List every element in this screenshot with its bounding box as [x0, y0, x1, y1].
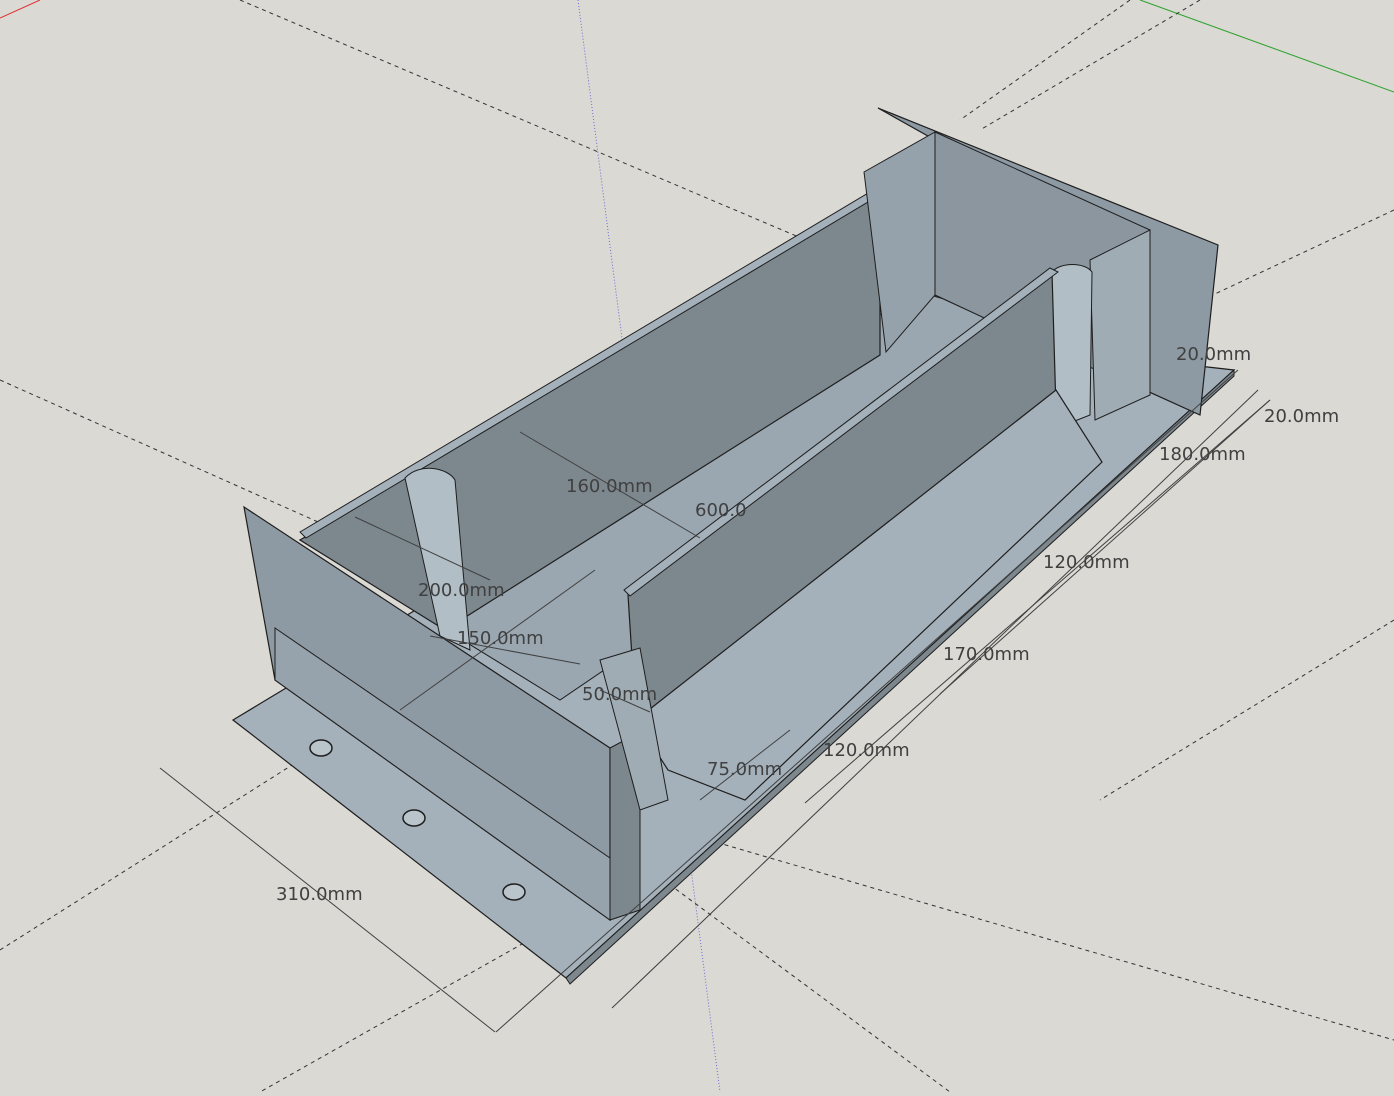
green-axis	[1139, 0, 1394, 93]
model-viewport[interactable]: 160.0mm 600.0 200.0mm 150.0mm 50.0mm 75.…	[0, 0, 1394, 1093]
bolt-hole	[309, 739, 333, 757]
bolt-hole	[402, 809, 426, 827]
dimension-label: 75.0mm	[707, 759, 782, 780]
dimension-label: 20.0mm	[1264, 406, 1339, 427]
far-flange	[1089, 229, 1151, 421]
dimension-label: 120.0mm	[1043, 552, 1130, 573]
dimension-label: 160.0mm	[566, 476, 653, 497]
dimension-label: 310.0mm	[276, 884, 363, 905]
dimension-label: 180.0mm	[1159, 444, 1246, 465]
dimension-label: 50.0mm	[582, 684, 657, 705]
bolt-hole	[502, 883, 526, 901]
dimension-label: 120.0mm	[823, 740, 910, 761]
red-axis	[0, 0, 41, 19]
dimension-label: 600.0	[695, 500, 747, 521]
dimension-label: 20.0mm	[1176, 344, 1251, 365]
dimension-label: 170.0mm	[943, 644, 1030, 665]
dimension-label: 150.0mm	[457, 628, 544, 649]
dimension-label: 200.0mm	[418, 580, 505, 601]
model-canvas[interactable]: 160.0mm 600.0 200.0mm 150.0mm 50.0mm 75.…	[0, 0, 1394, 1093]
